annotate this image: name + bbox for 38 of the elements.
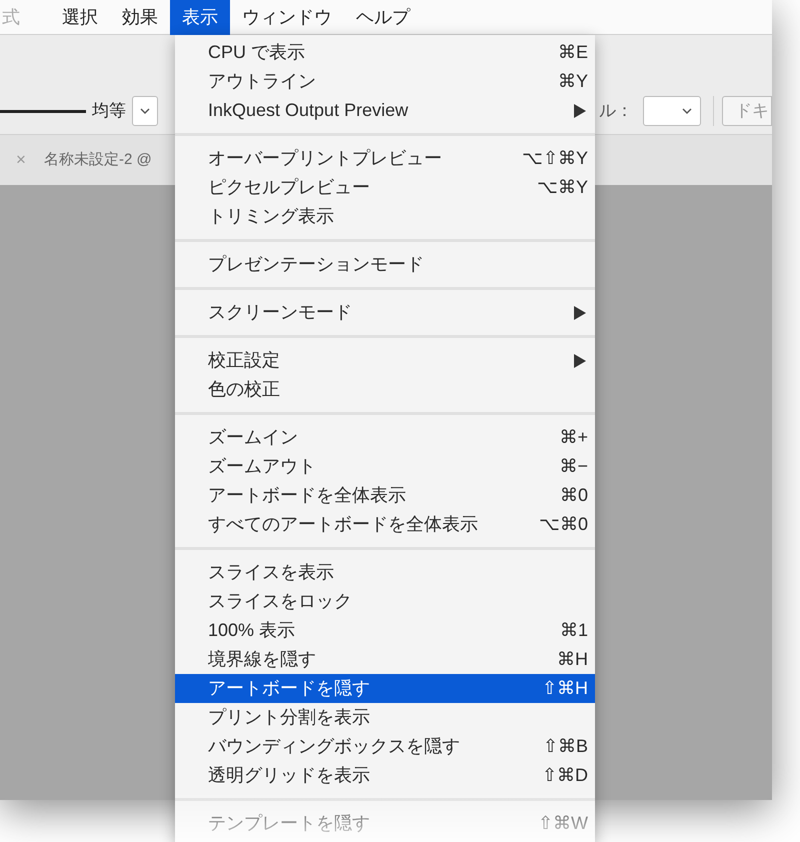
menu-bar-item[interactable]: 選択 <box>50 0 110 34</box>
menu-item[interactable]: CPU で表示 ⌘E <box>175 38 595 67</box>
menu-item[interactable]: 色の校正 <box>175 375 595 404</box>
menu-item[interactable]: アートボードを全体表示 ⌘0 <box>175 481 595 510</box>
fill-dropdown[interactable] <box>643 96 701 126</box>
menu-item[interactable]: バウンディングボックスを隠す ⇧⌘B <box>175 732 595 761</box>
menu-item[interactable]: スライスを表示 <box>175 558 595 587</box>
menu-item[interactable]: ズームイン ⌘+ <box>175 423 595 452</box>
menu-item[interactable]: 透明グリッドを表示 ⇧⌘D <box>175 761 595 790</box>
menu-item[interactable]: 100% 表示 ⌘1 <box>175 616 595 645</box>
menu-bar-item[interactable]: 表示 <box>170 0 230 34</box>
submenu-arrow-icon <box>574 104 586 118</box>
menu-item[interactable]: 校正設定 <box>175 346 595 375</box>
submenu-arrow-icon <box>574 354 586 368</box>
menu-item[interactable]: オーバープリントプレビュー ⌥⇧⌘Y <box>175 144 595 173</box>
fill-label: ル： <box>599 100 633 122</box>
menu-bar-item[interactable]: ヘルプ <box>344 0 422 34</box>
menu-item[interactable]: すべてのアートボードを全体表示 ⌥⌘0 <box>175 510 595 539</box>
menu-item[interactable]: プレゼンテーションモード <box>175 250 595 279</box>
menu-item[interactable]: InkQuest Output Preview <box>175 96 595 125</box>
stroke-line-icon <box>0 110 86 112</box>
menu-bar-item[interactable]: ウィンドウ <box>230 0 344 34</box>
menu-item[interactable]: トリミング表示 <box>175 202 595 231</box>
menu-item[interactable]: アウトライン ⌘Y <box>175 67 595 96</box>
menu-item[interactable]: ピクセルプレビュー ⌥⌘Y <box>175 173 595 202</box>
tab-title: 名称未設定-2 @ <box>44 150 152 170</box>
menu-item[interactable]: プリント分割を表示 <box>175 703 595 732</box>
menu-item[interactable]: スライスをロック <box>175 587 595 616</box>
stroke-profile-label: 均等 <box>92 100 126 122</box>
stroke-dropdown[interactable] <box>132 96 158 126</box>
menu-item[interactable]: スクリーンモード <box>175 298 595 327</box>
menu-item[interactable]: 境界線を隠す ⌘H <box>175 645 595 674</box>
menu-item[interactable]: アートボードを隠す ⇧⌘H <box>175 674 595 703</box>
chevron-icon <box>682 108 692 114</box>
menu-bar-item[interactable]: 効果 <box>110 0 170 34</box>
menu-item[interactable]: ズームアウト ⌘− <box>175 452 595 481</box>
chevron-icon <box>140 108 150 114</box>
submenu-arrow-icon <box>574 306 586 320</box>
